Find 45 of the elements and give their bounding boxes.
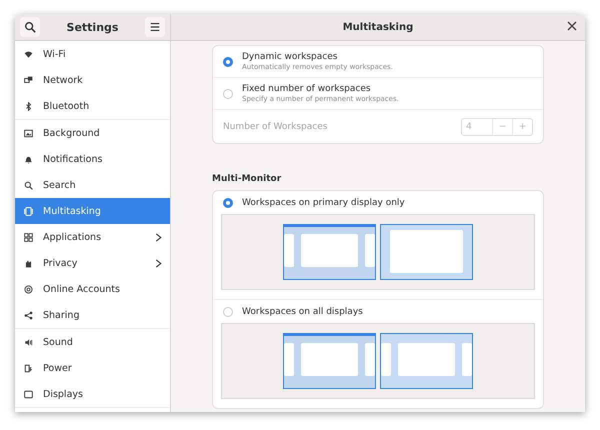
workspace-count-label: Number of Workspaces: [223, 122, 328, 132]
sidebar-item[interactable]: Wi-Fi: [15, 41, 170, 67]
sidebar-item-icon: [24, 390, 33, 398]
sidebar-item[interactable]: Power: [15, 355, 170, 381]
sidebar-item[interactable]: Online Accounts: [15, 276, 170, 302]
sidebar-item[interactable]: Displays: [15, 381, 170, 407]
sidebar-item-icon: [24, 154, 33, 164]
sidebar-item[interactable]: Privacy: [15, 250, 170, 276]
sidebar-item-icon: [24, 76, 33, 84]
sidebar-item-icon: [24, 180, 33, 190]
close-icon[interactable]: [567, 21, 577, 31]
sidebar-item[interactable]: Search: [15, 172, 170, 198]
search-button[interactable]: [20, 17, 40, 37]
sidebar-item[interactable]: Notifications: [15, 146, 170, 172]
sidebar-item-icon: [24, 102, 33, 110]
radio-button[interactable]: [223, 56, 233, 66]
sidebar-item-icon: [24, 128, 33, 138]
section-heading: Multi-Monitor: [212, 174, 282, 184]
sidebar-item-icon: [24, 258, 33, 268]
window-title: Multitasking: [342, 22, 414, 32]
option-title: Workspaces on all displays: [242, 307, 363, 317]
sidebar-item[interactable]: Network: [15, 67, 170, 93]
sidebar-item-icon: [24, 364, 33, 372]
radio-button[interactable]: [223, 307, 233, 317]
option-title: Workspaces on primary display only: [242, 198, 405, 208]
sidebar-item-icon: [24, 232, 33, 242]
sidebar-item[interactable]: Sharing: [15, 302, 170, 328]
sidebar-item-icon: [24, 338, 33, 346]
radio-button[interactable]: [223, 88, 233, 98]
menu-button[interactable]: [145, 17, 165, 37]
sidebar-item[interactable]: Sound: [15, 329, 170, 355]
sidebar-item[interactable]: Background: [15, 120, 170, 146]
option-title: Fixed number of workspaces: [242, 84, 372, 94]
sidebar-item-icon: [24, 310, 33, 320]
menu-icon: [149, 21, 161, 33]
sidebar-item[interactable]: Bluetooth: [15, 93, 170, 119]
sidebar-item-icon: [24, 284, 33, 294]
search-icon: [24, 21, 36, 33]
sidebar-item[interactable]: Multitasking: [15, 198, 170, 224]
sidebar-item-icon: [24, 50, 33, 58]
radio-button[interactable]: [223, 198, 233, 208]
sidebar-title: Settings: [66, 20, 120, 34]
sidebar-item[interactable]: Applications: [15, 224, 170, 250]
option-title: Dynamic workspaces: [242, 52, 338, 62]
sidebar-item-icon: [24, 206, 33, 216]
